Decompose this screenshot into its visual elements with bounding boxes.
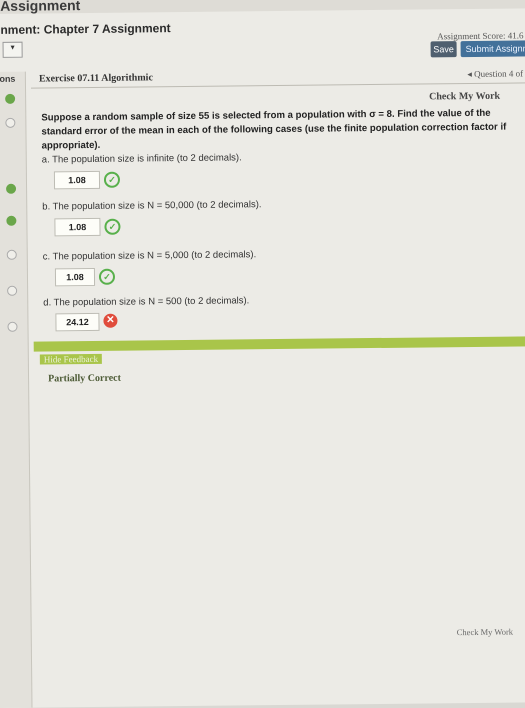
question-status-dot[interactable] — [6, 215, 17, 226]
incorrect-x-icon: ✕ — [103, 313, 118, 328]
part-c-label: c. The population size is N = 5,000 (to … — [42, 249, 257, 263]
hide-feedback-toggle[interactable]: Hide Feedback — [39, 353, 103, 365]
menu-toggle-button[interactable]: ▾ — [2, 41, 23, 58]
question-status-dot[interactable] — [7, 285, 18, 296]
submit-assignment-button[interactable]: Submit Assignment for Grading — [460, 40, 525, 58]
check-my-work-bottom-link[interactable]: Check My Work — [457, 627, 513, 638]
assignment-page: Assignment nment: Chapter 7 Assignment A… — [0, 0, 525, 708]
part-a-answer-input[interactable]: 1.08 — [53, 170, 101, 190]
exercise-header: Exercise 07.11 Algorithmic ◂ Question 4 … — [30, 66, 525, 89]
check-my-work-link[interactable]: Check My Work — [429, 91, 500, 103]
question-status-dot[interactable] — [5, 93, 16, 104]
question-status-dot[interactable] — [6, 249, 17, 260]
correct-check-icon: ✓ — [103, 171, 121, 188]
assignment-title: nment: Chapter 7 Assignment — [0, 21, 171, 37]
app-title: Assignment — [0, 0, 81, 14]
save-button[interactable]: Save — [430, 41, 457, 58]
question-status-dot[interactable] — [6, 183, 17, 194]
question-navigator[interactable]: ◂ Question 4 of 9 — [467, 68, 525, 80]
correct-check-icon: ✓ — [104, 218, 121, 235]
part-a-label: a. The population size is infinite (to 2… — [41, 152, 242, 166]
question-status-dot[interactable] — [7, 321, 18, 332]
part-c-answer-input[interactable]: 1.08 — [54, 267, 96, 287]
correct-check-icon: ✓ — [98, 268, 116, 285]
part-d-answer-input[interactable]: 24.12 — [55, 312, 100, 332]
question-status-dot[interactable] — [5, 117, 16, 128]
questions-sidebar: ions — [0, 71, 33, 708]
problem-statement: Suppose a random sample of size 55 is se… — [41, 107, 507, 152]
part-d-label: d. The population size is N = 500 (to 2 … — [43, 295, 250, 309]
feedback-bar — [33, 336, 525, 352]
sidebar-header: ions — [0, 73, 16, 84]
top-bar: Assignment — [0, 0, 525, 14]
part-b-label: b. The population size is N = 50,000 (to… — [42, 199, 262, 213]
exercise-title: Exercise 07.11 Algorithmic — [38, 72, 153, 85]
feedback-status: Partially Correct — [47, 372, 121, 385]
part-b-answer-input[interactable]: 1.08 — [54, 217, 101, 237]
